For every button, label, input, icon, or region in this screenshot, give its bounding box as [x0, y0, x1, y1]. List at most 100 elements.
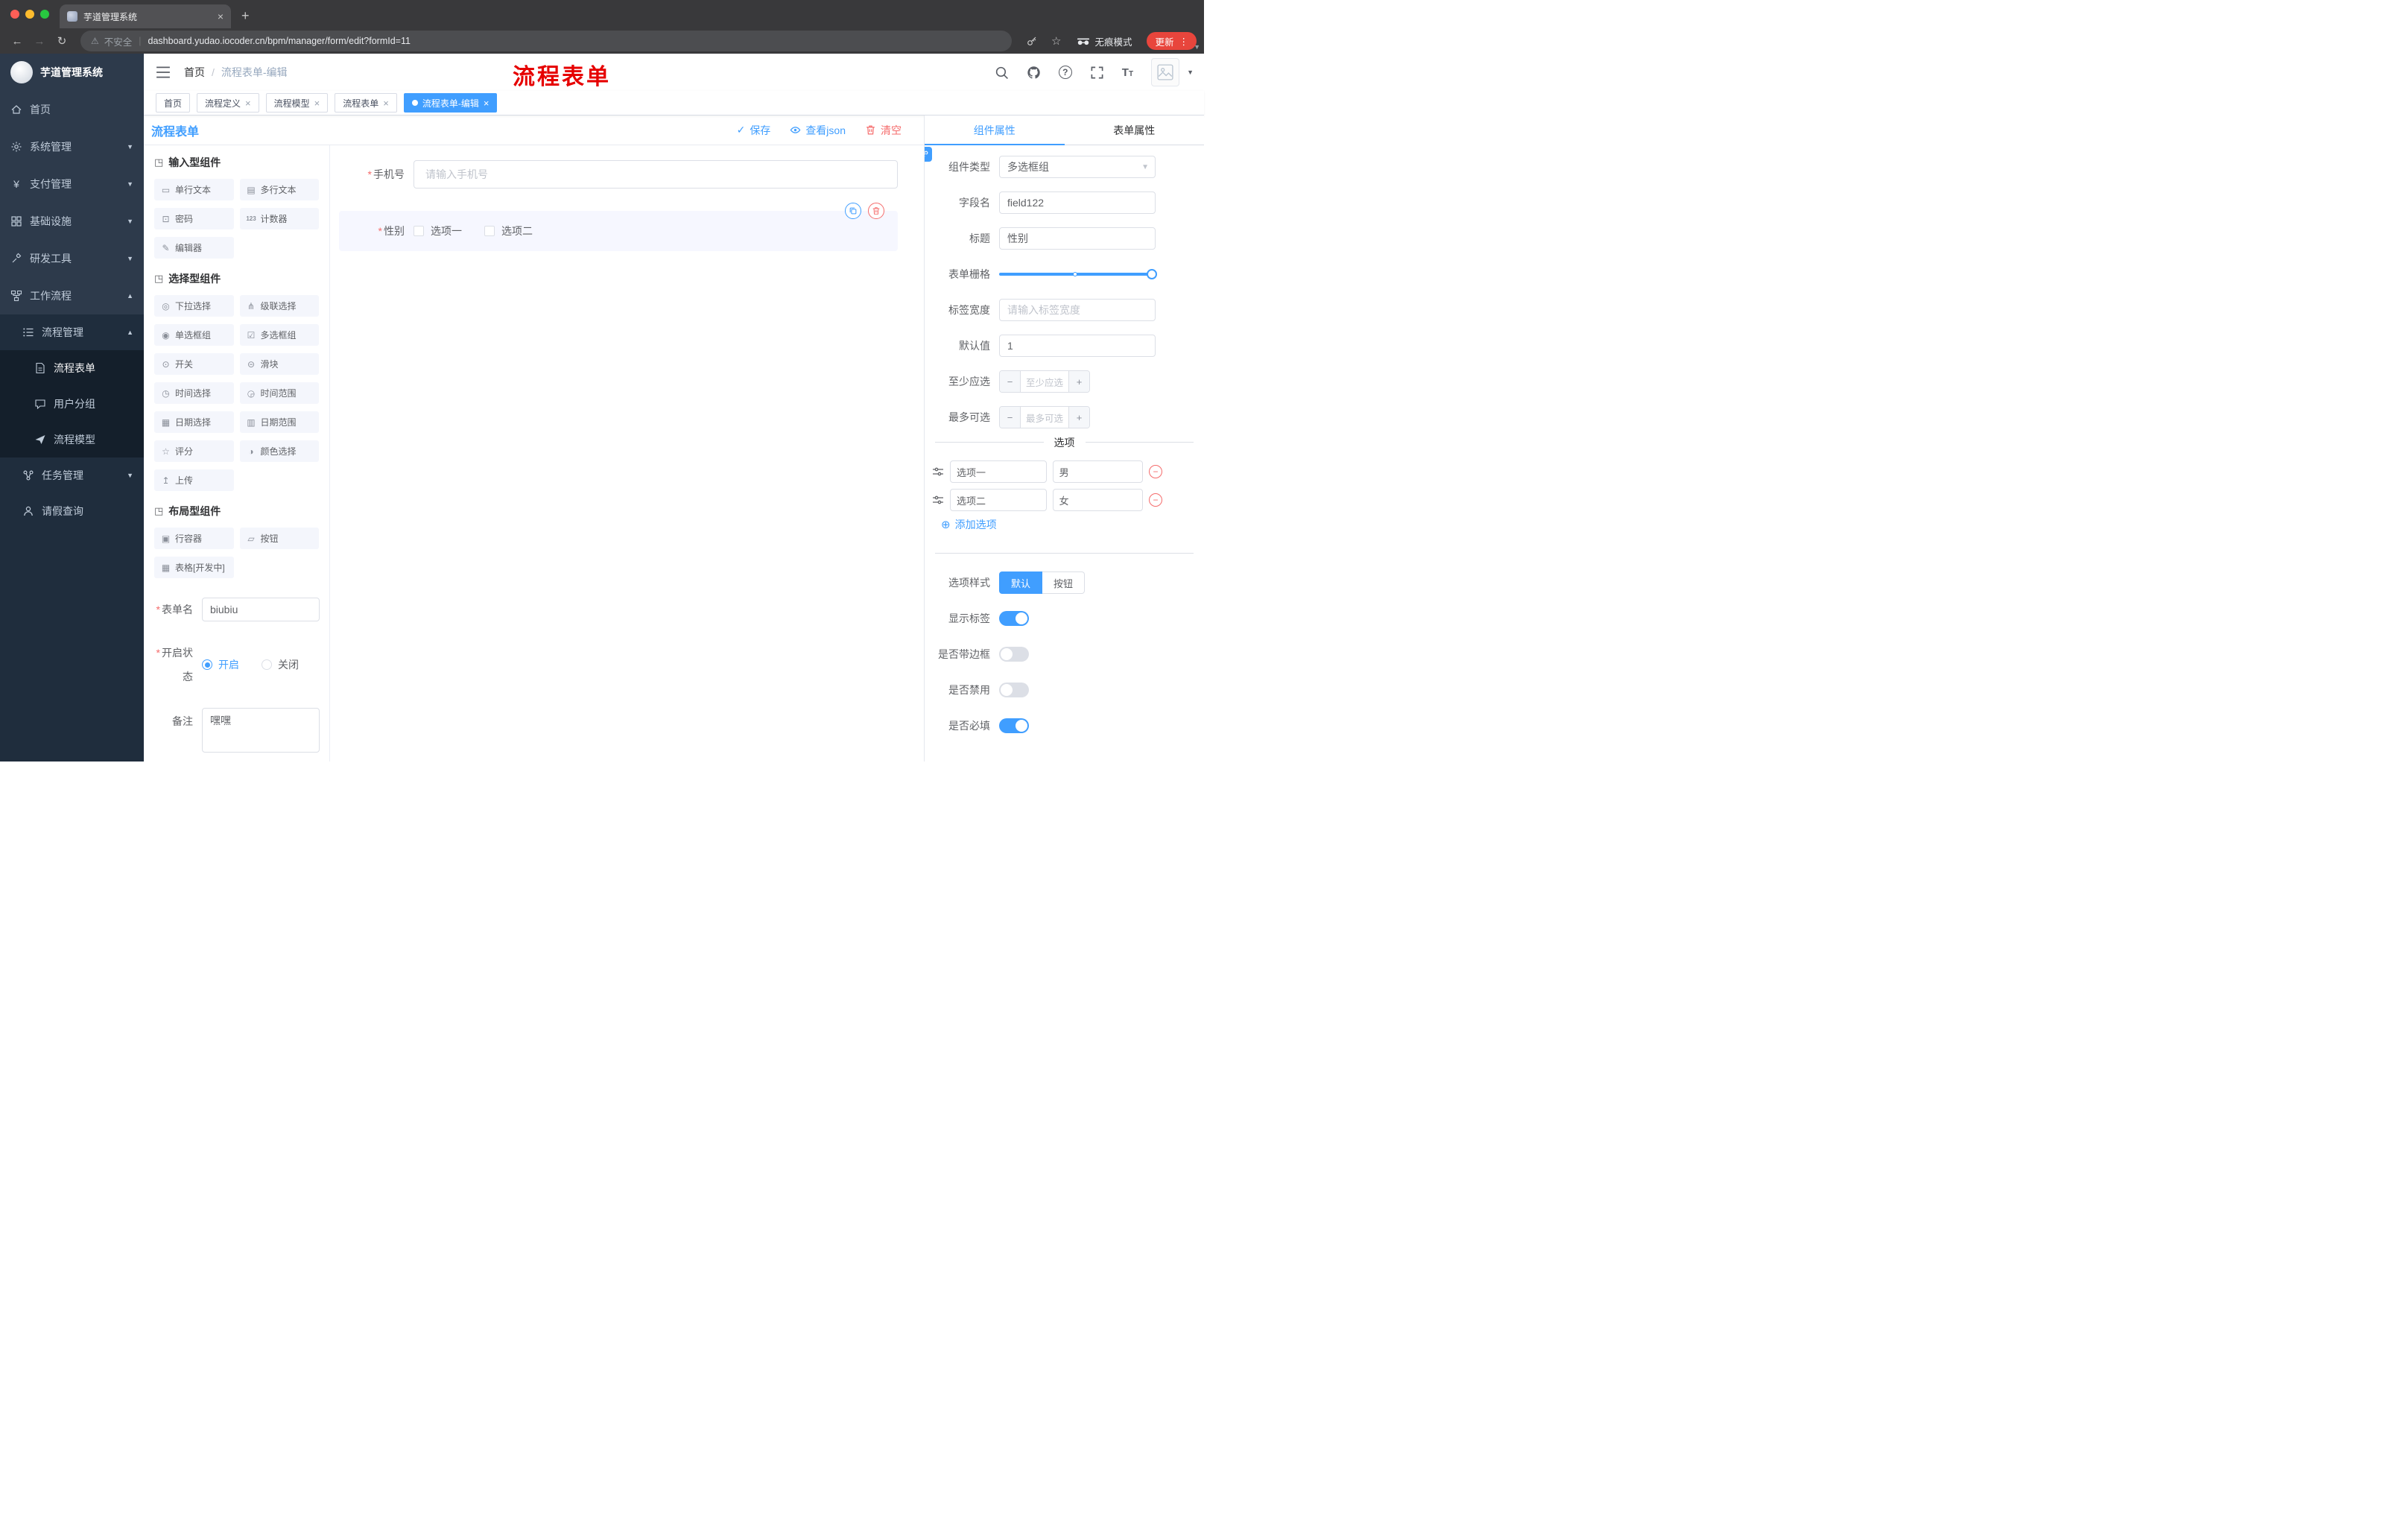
- link-button[interactable]: [925, 147, 932, 162]
- reload-icon[interactable]: ↻: [52, 34, 72, 48]
- phone-input[interactable]: [414, 160, 898, 189]
- palette-item-counter[interactable]: 123 计数器: [239, 208, 319, 229]
- option-value-input[interactable]: [1052, 460, 1143, 483]
- palette-item-switch[interactable]: ⊙ 开关: [154, 353, 234, 375]
- sidebar-item-process-management[interactable]: 流程管理 ▲: [0, 314, 144, 350]
- border-switch[interactable]: [999, 647, 1029, 662]
- tag-process-form-edit[interactable]: 流程表单-编辑 ×: [403, 93, 498, 113]
- tag-close-icon[interactable]: ×: [484, 98, 489, 109]
- avatar[interactable]: [1151, 58, 1180, 86]
- browser-tab[interactable]: 芋道管理系统 ×: [60, 4, 231, 28]
- breadcrumb-home[interactable]: 首页: [184, 65, 205, 80]
- sidebar-toggle-icon[interactable]: [156, 66, 171, 78]
- palette-item-cascader[interactable]: ⋔ 级联选择: [239, 295, 319, 317]
- window-zoom-button[interactable]: [40, 10, 49, 19]
- palette-item-slider[interactable]: ⊝ 滑块: [239, 353, 319, 375]
- form-name-input[interactable]: [202, 598, 320, 621]
- default-value-input[interactable]: [999, 335, 1156, 357]
- field-gender-selected[interactable]: * 性别 选项一 选项二: [339, 203, 898, 251]
- palette-item-select[interactable]: ◎ 下拉选择: [154, 295, 234, 317]
- option-value-input[interactable]: [1052, 489, 1143, 511]
- form-canvas[interactable]: *手机号 *性别: [330, 145, 924, 762]
- tag-home[interactable]: 首页: [156, 93, 191, 113]
- palette-item-button[interactable]: ▱ 按钮: [239, 528, 319, 549]
- increment-button[interactable]: +: [1068, 371, 1089, 392]
- sidebar-item-devtools[interactable]: 研发工具 ▼: [0, 240, 144, 277]
- font-size-icon[interactable]: TT: [1122, 66, 1133, 79]
- option-label-input[interactable]: [950, 460, 1047, 483]
- help-icon[interactable]: ?: [1058, 66, 1072, 79]
- copy-field-button[interactable]: [845, 203, 861, 219]
- style-default-button[interactable]: 默认: [999, 571, 1043, 594]
- update-button[interactable]: 更新 ⋮: [1147, 32, 1197, 50]
- palette-item-time-range[interactable]: ◶ 时间范围: [239, 382, 319, 404]
- chevron-down-icon[interactable]: ▼: [1194, 43, 1200, 51]
- label-width-input[interactable]: [999, 299, 1156, 321]
- view-json-button[interactable]: 查看json: [790, 123, 846, 138]
- sidebar-item-system[interactable]: 系统管理 ▼: [0, 128, 144, 165]
- forward-icon[interactable]: →: [30, 35, 49, 48]
- window-close-button[interactable]: [10, 10, 19, 19]
- palette-item-date-picker[interactable]: ▦ 日期选择: [154, 411, 234, 433]
- tab-close-icon[interactable]: ×: [218, 10, 224, 22]
- palette-item-radio-group[interactable]: ◉ 单选框组: [154, 324, 234, 346]
- remove-option-button[interactable]: −: [1149, 465, 1162, 478]
- field-phone[interactable]: * 手机号: [339, 160, 898, 189]
- tag-process-definition[interactable]: 流程定义 ×: [197, 93, 259, 113]
- tab-form-props[interactable]: 表单属性: [1065, 115, 1205, 145]
- back-icon[interactable]: ←: [7, 35, 27, 48]
- password-key-icon[interactable]: [1026, 35, 1038, 47]
- checkbox-option-2[interactable]: 选项二: [484, 224, 533, 238]
- palette-item-single-line-text[interactable]: ▭ 单行文本: [154, 179, 234, 200]
- tag-close-icon[interactable]: ×: [245, 98, 251, 109]
- palette-item-date-range[interactable]: ▥ 日期范围: [239, 411, 319, 433]
- palette-item-checkbox-group[interactable]: ☑ 多选框组: [239, 324, 319, 346]
- component-type-select[interactable]: 多选框组 ▼: [999, 156, 1156, 178]
- sidebar-logo[interactable]: 芋道管理系统: [0, 54, 144, 91]
- clear-button[interactable]: 清空: [865, 123, 902, 138]
- sidebar-item-process-form[interactable]: 流程表单: [0, 350, 144, 386]
- slider-track[interactable]: [999, 273, 1156, 276]
- palette-item-rate[interactable]: ☆ 评分: [154, 440, 234, 462]
- tag-process-form[interactable]: 流程表单 ×: [335, 93, 397, 113]
- tag-close-icon[interactable]: ×: [383, 98, 389, 109]
- increment-button[interactable]: +: [1068, 407, 1089, 428]
- fullscreen-icon[interactable]: [1090, 66, 1104, 80]
- drag-handle-icon[interactable]: [932, 494, 944, 506]
- title-input[interactable]: [999, 227, 1156, 250]
- browser-menu-icon[interactable]: ⋮: [1179, 36, 1189, 47]
- radio-open[interactable]: 开启: [202, 657, 239, 672]
- sidebar-item-payment[interactable]: ¥ 支付管理 ▼: [0, 165, 144, 203]
- palette-item-password[interactable]: ⊡ 密码: [154, 208, 234, 229]
- avatar-caret-icon[interactable]: ▼: [1187, 69, 1194, 76]
- sidebar-item-home[interactable]: 首页: [0, 91, 144, 128]
- sidebar-item-process-model[interactable]: 流程模型: [0, 422, 144, 457]
- show-label-switch[interactable]: [999, 611, 1029, 626]
- search-icon[interactable]: [995, 66, 1009, 80]
- sidebar-item-workflow[interactable]: 工作流程 ▲: [0, 277, 144, 314]
- sidebar-item-user-groups[interactable]: 用户分组: [0, 386, 144, 422]
- decrement-button[interactable]: −: [1000, 371, 1021, 392]
- palette-item-table[interactable]: ▦ 表格[开发中]: [154, 557, 234, 578]
- drag-handle-icon[interactable]: [932, 466, 944, 478]
- address-bar[interactable]: ⚠ 不安全 | dashboard.yudao.iocoder.cn/bpm/m…: [80, 31, 1013, 51]
- remove-option-button[interactable]: −: [1149, 493, 1162, 507]
- new-tab-button[interactable]: +: [241, 8, 250, 28]
- disabled-switch[interactable]: [999, 683, 1029, 697]
- required-switch[interactable]: [999, 718, 1029, 733]
- grid-slider[interactable]: [999, 263, 1157, 285]
- palette-item-row-container[interactable]: ▣ 行容器: [154, 528, 234, 549]
- max-select-value[interactable]: 最多可选: [1021, 407, 1068, 428]
- palette-item-upload[interactable]: ↥ 上传: [154, 469, 234, 491]
- palette-item-textarea[interactable]: ▤ 多行文本: [239, 179, 319, 200]
- radio-closed[interactable]: 关闭: [262, 657, 299, 672]
- tag-process-model[interactable]: 流程模型 ×: [265, 93, 329, 113]
- sidebar-item-infra[interactable]: 基础设施 ▼: [0, 203, 144, 240]
- palette-item-editor[interactable]: ✎ 编辑器: [154, 237, 234, 259]
- window-minimize-button[interactable]: [25, 10, 34, 19]
- save-button[interactable]: ✓ 保存: [737, 123, 771, 138]
- style-button-button[interactable]: 按钮: [1042, 571, 1086, 594]
- bookmark-star-icon[interactable]: ☆: [1051, 34, 1061, 48]
- option-label-input[interactable]: [950, 489, 1047, 511]
- tag-close-icon[interactable]: ×: [314, 98, 320, 109]
